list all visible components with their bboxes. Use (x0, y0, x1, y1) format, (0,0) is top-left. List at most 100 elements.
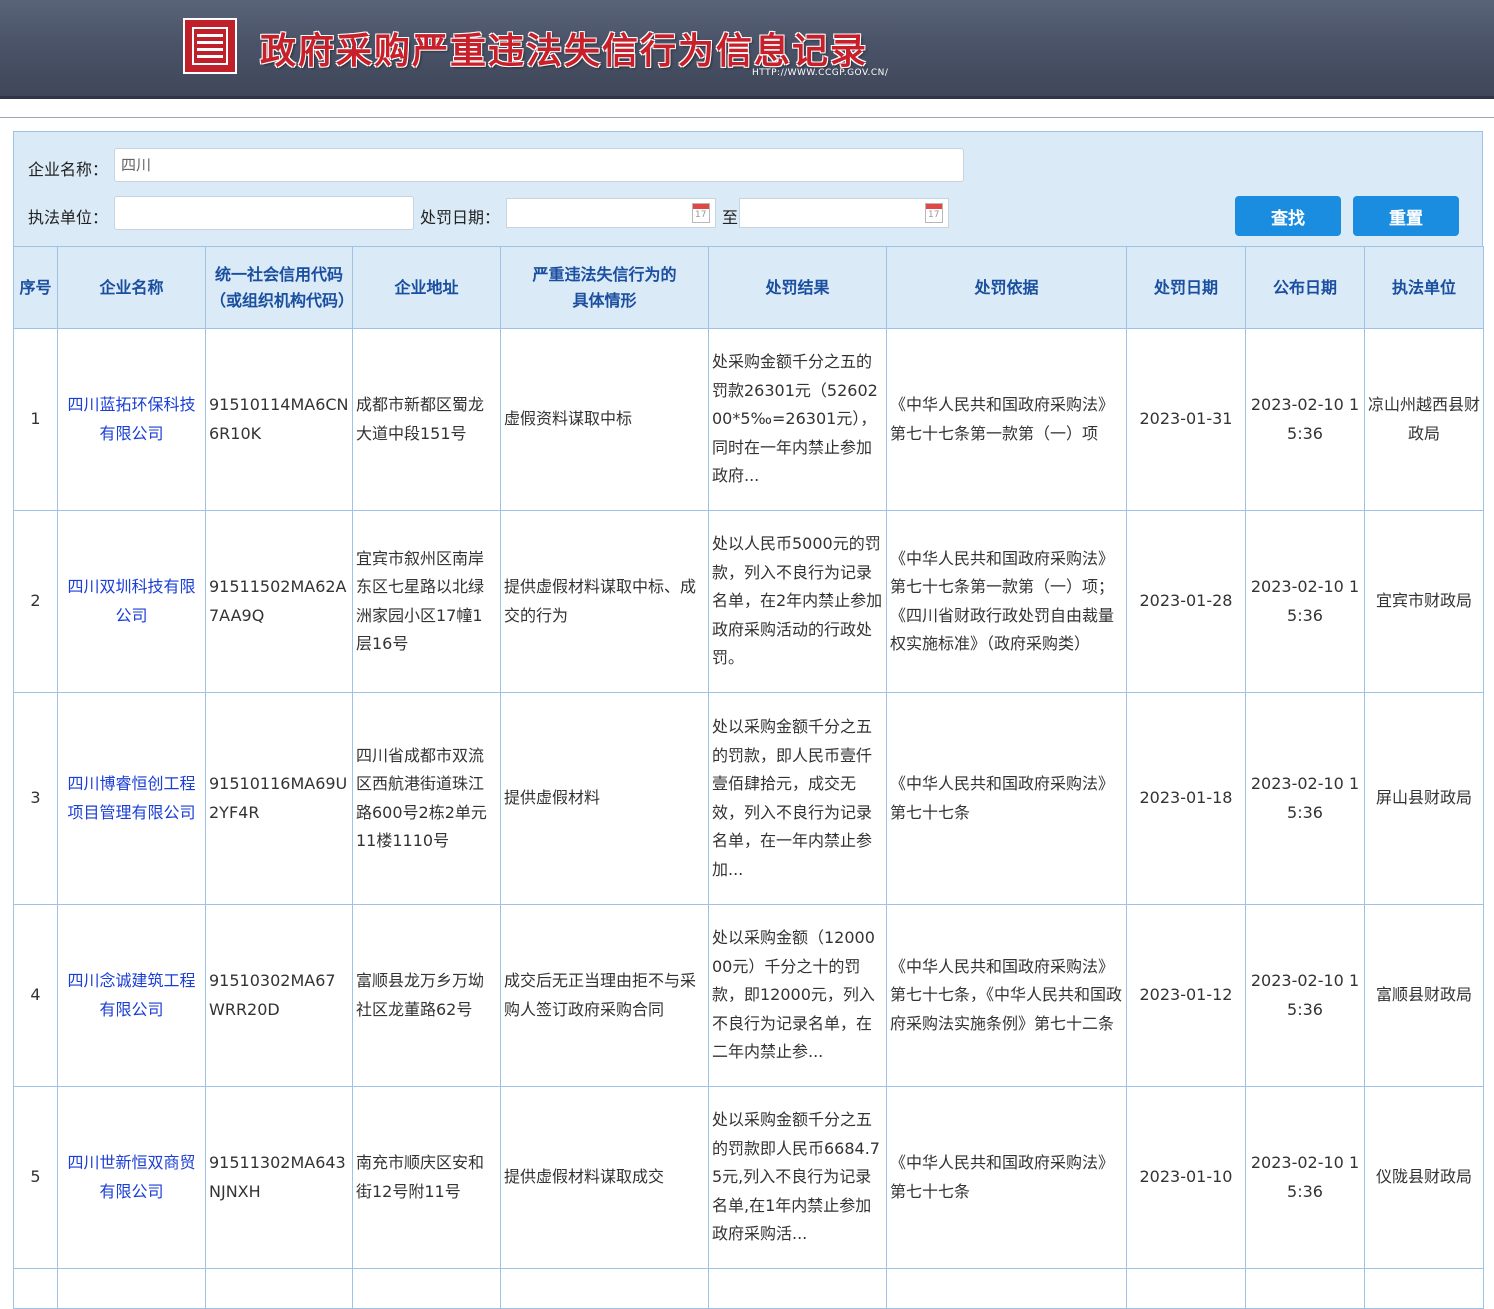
company-name-cell: 四川博睿恒创工程项目管理有限公司 (57, 692, 206, 905)
address-cell: 四川省成都市双流区西航港街道珠江路600号2栋2单元11楼1110号 (352, 692, 501, 905)
result-cell: 处以采购金额（1200000元）千分之十的罚款，即12000元，列入不良行为记录… (708, 904, 887, 1087)
enforcer-label: 执法单位： (28, 208, 109, 227)
address-cell: 成都市新都区蜀龙大道中段151号 (352, 328, 501, 511)
empty-cell (1364, 1268, 1484, 1309)
company-name-cell: 四川念诚建筑工程有限公司 (57, 904, 206, 1087)
empty-cell (57, 1268, 206, 1309)
penalty-date-cell: 2023-01-18 (1126, 692, 1246, 905)
publish-date-cell: 2023-02-10 15:36 (1245, 1086, 1365, 1269)
header-banner: 政府采购严重违法失信行为信息记录 HTTP://WWW.CCGP.GOV.CN/ (0, 0, 1494, 99)
row-number: 3 (13, 692, 58, 905)
publish-date-cell: 2023-02-10 15:36 (1245, 692, 1365, 905)
company-link[interactable]: 四川世新恒双商贸有限公司 (67, 1153, 195, 1201)
credit-code-cell: 91510116MA69U2YF4R (205, 692, 353, 905)
table-row: 4 四川念诚建筑工程有限公司 91510302MA67WRR20D 富顺县龙万乡… (13, 904, 1484, 1087)
company-name-cell: 四川蓝拓环保科技有限公司 (57, 328, 206, 511)
empty-cell (13, 1268, 58, 1309)
credit-code-cell: 91511302MA643NJNXH (205, 1086, 353, 1269)
empty-cell (500, 1268, 709, 1309)
situation-cell: 提供虚假材料谋取中标、成交的行为 (500, 510, 709, 693)
credit-code-cell: 91511502MA62A7AA9Q (205, 510, 353, 693)
publish-date-cell: 2023-02-10 15:36 (1245, 510, 1365, 693)
result-cell: 处采购金额千分之五的罚款26301元（5260200*5‰=26301元），同时… (708, 328, 887, 511)
site-url: HTTP://WWW.CCGP.GOV.CN/ (752, 68, 889, 78)
address-cell: 南充市顺庆区安和街12号附11号 (352, 1086, 501, 1269)
divider (0, 99, 1494, 118)
credit-code-cell: 91510114MA6CN6R10K (205, 328, 353, 511)
company-link[interactable]: 四川双圳科技有限公司 (67, 577, 195, 625)
enforcer-cell: 富顺县财政局 (1364, 904, 1484, 1087)
company-link[interactable]: 四川蓝拓环保科技有限公司 (67, 395, 195, 443)
logo-seal-icon (183, 18, 237, 74)
column-header: 执法单位 (1364, 246, 1484, 329)
penalty-date-cell: 2023-01-28 (1126, 510, 1246, 693)
situation-cell: 成交后无正当理由拒不与采购人签订政府采购合同 (500, 904, 709, 1087)
row-number: 2 (13, 510, 58, 693)
table-row: 2 四川双圳科技有限公司 91511502MA62A7AA9Q 宜宾市叙州区南岸… (13, 510, 1484, 693)
enforcer-input[interactable] (114, 196, 414, 230)
table-row: 3 四川博睿恒创工程项目管理有限公司 91510116MA69U2YF4R 四川… (13, 692, 1484, 905)
table-header-row: 序号 企业名称 统一社会信用代码（或组织机构代码） 企业地址 严重违法失信行为的… (13, 246, 1484, 329)
company-name-cell: 四川世新恒双商贸有限公司 (57, 1086, 206, 1269)
date-to-label: 至 (722, 208, 739, 227)
column-header: 严重违法失信行为的具体情形 (500, 246, 709, 329)
site-title: 政府采购严重违法失信行为信息记录 (260, 31, 869, 72)
basis-cell: 《中华人民共和国政府采购法》第七十七条 (886, 1086, 1127, 1269)
reset-button[interactable]: 重置 (1353, 196, 1459, 236)
penalty-date-cell: 2023-01-31 (1126, 328, 1246, 511)
result-cell: 处以采购金额千分之五的罚款，即人民币壹仟壹佰肆拾元，成交无效，列入不良行为记录名… (708, 692, 887, 905)
empty-cell (1126, 1268, 1246, 1309)
calendar-icon[interactable] (925, 203, 943, 223)
row-number: 5 (13, 1086, 58, 1269)
basis-cell: 《中华人民共和国政府采购法》第七十七条第一款第（一）项；《四川省财政行政处罚自由… (886, 510, 1127, 693)
company-name-input[interactable]: 四川 (114, 148, 964, 182)
enforcer-cell: 宜宾市财政局 (1364, 510, 1484, 693)
column-header: 处罚结果 (708, 246, 887, 329)
situation-cell: 提供虚假材料谋取成交 (500, 1086, 709, 1269)
enforcer-cell: 仪陇县财政局 (1364, 1086, 1484, 1269)
column-header: 处罚依据 (886, 246, 1127, 329)
column-header: 企业地址 (352, 246, 501, 329)
publish-date-cell: 2023-02-10 15:36 (1245, 328, 1365, 511)
search-button[interactable]: 查找 (1235, 196, 1341, 236)
credit-code-cell: 91510302MA67WRR20D (205, 904, 353, 1087)
company-name-label: 企业名称： (28, 160, 109, 179)
basis-cell: 《中华人民共和国政府采购法》第七十七条 (886, 692, 1127, 905)
publish-date-cell: 2023-02-10 15:36 (1245, 904, 1365, 1087)
date-to-input[interactable] (739, 198, 949, 228)
column-header: 处罚日期 (1126, 246, 1246, 329)
column-header: 企业名称 (57, 246, 206, 329)
enforcer-cell: 屏山县财政局 (1364, 692, 1484, 905)
empty-cell (352, 1268, 501, 1309)
table-row: 5 四川世新恒双商贸有限公司 91511302MA643NJNXH 南充市顺庆区… (13, 1086, 1484, 1269)
basis-cell: 《中华人民共和国政府采购法》第七十七条第一款第（一）项 (886, 328, 1127, 511)
column-header: 序号 (13, 246, 58, 329)
table-row: 1 四川蓝拓环保科技有限公司 91510114MA6CN6R10K 成都市新都区… (13, 328, 1484, 511)
penalty-date-label: 处罚日期： (420, 208, 501, 227)
empty-cell (886, 1268, 1127, 1309)
company-link[interactable]: 四川念诚建筑工程有限公司 (67, 971, 195, 1019)
empty-cell (708, 1268, 887, 1309)
table-row (13, 1268, 1484, 1309)
date-from-input[interactable] (506, 198, 716, 228)
result-cell: 处以人民币5000元的罚款，列入不良行为记录名单，在2年内禁止参加政府采购活动的… (708, 510, 887, 693)
penalty-date-cell: 2023-01-12 (1126, 904, 1246, 1087)
empty-cell (205, 1268, 353, 1309)
result-cell: 处以采购金额千分之五的罚款即人民币6684.75元,列入不良行为记录名单,在1年… (708, 1086, 887, 1269)
situation-cell: 虚假资料谋取中标 (500, 328, 709, 511)
penalty-date-cell: 2023-01-10 (1126, 1086, 1246, 1269)
company-link[interactable]: 四川博睿恒创工程项目管理有限公司 (67, 774, 195, 822)
results-table: 序号 企业名称 统一社会信用代码（或组织机构代码） 企业地址 严重违法失信行为的… (13, 246, 1484, 1309)
situation-cell: 提供虚假材料 (500, 692, 709, 905)
enforcer-cell: 凉山州越西县财政局 (1364, 328, 1484, 511)
column-header: 公布日期 (1245, 246, 1365, 329)
company-name-cell: 四川双圳科技有限公司 (57, 510, 206, 693)
address-cell: 富顺县龙万乡万坳社区龙董路62号 (352, 904, 501, 1087)
row-number: 1 (13, 328, 58, 511)
basis-cell: 《中华人民共和国政府采购法》第七十七条，《中华人民共和国政府采购法实施条例》第七… (886, 904, 1127, 1087)
empty-cell (1245, 1268, 1365, 1309)
calendar-icon[interactable] (692, 203, 710, 223)
row-number: 4 (13, 904, 58, 1087)
search-panel: 企业名称： 四川 执法单位： 处罚日期： 至 查找 重置 (13, 131, 1483, 246)
address-cell: 宜宾市叙州区南岸东区七星路以北绿洲家园小区17幢1层16号 (352, 510, 501, 693)
